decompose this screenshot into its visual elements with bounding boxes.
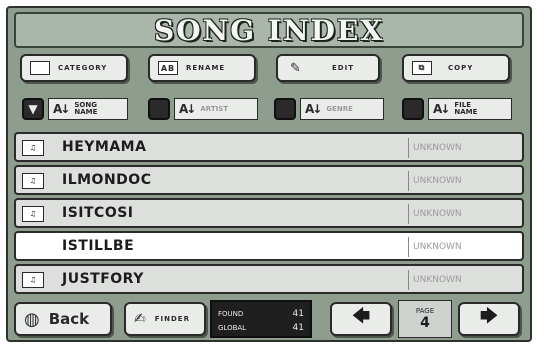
sort-label: GENRE bbox=[326, 105, 353, 113]
sort-icon: A↓ bbox=[305, 102, 322, 116]
song-artist: UNKNOWN bbox=[408, 171, 462, 191]
category-button[interactable]: CATEGORY bbox=[20, 54, 128, 82]
filter-checkbox-file-name[interactable] bbox=[402, 98, 424, 120]
sort-icon: A↓ bbox=[179, 102, 196, 116]
previous-page-button[interactable]: 🡄 bbox=[330, 302, 392, 336]
folder-icon bbox=[30, 61, 50, 75]
rename-icon: AB bbox=[158, 61, 178, 75]
song-name: ISITCOSI bbox=[62, 205, 134, 221]
globe-icon: ◍ bbox=[24, 308, 41, 330]
song-name: JUSTFORY bbox=[62, 271, 144, 287]
sort-file-name[interactable]: A↓ FILE NAME bbox=[428, 98, 512, 120]
page-title: SONG INDEX bbox=[14, 12, 524, 48]
pen-icon: ✎ bbox=[290, 60, 302, 76]
sort-label: ARTIST bbox=[200, 105, 229, 113]
song-artist: UNKNOWN bbox=[408, 270, 462, 290]
edit-button-label: EDIT bbox=[332, 64, 354, 72]
page-label: PAGE bbox=[415, 307, 435, 315]
copy-button[interactable]: ⧉ COPY bbox=[402, 54, 510, 82]
category-button-label: CATEGORY bbox=[58, 64, 108, 72]
found-label: FOUND bbox=[218, 310, 244, 318]
page-number: 4 bbox=[420, 315, 430, 331]
sort-song-name[interactable]: A↓ SONG NAME bbox=[48, 98, 128, 120]
list-item[interactable]: ♫ JUSTFORY UNKNOWN bbox=[14, 264, 524, 294]
song-file-icon: ♫ bbox=[22, 206, 44, 222]
back-button[interactable]: ◍ Back bbox=[14, 302, 112, 336]
next-page-button[interactable]: 🡆 bbox=[458, 302, 520, 336]
sort-icon: A↓ bbox=[433, 102, 450, 116]
song-name: ILMONDOC bbox=[62, 172, 152, 188]
copy-button-label: COPY bbox=[448, 64, 474, 72]
sort-label-line2: NAME bbox=[74, 108, 98, 116]
filter-checkbox-artist[interactable] bbox=[148, 98, 170, 120]
song-file-icon: ♫ bbox=[22, 140, 44, 156]
song-index-screen: SONG INDEX CATEGORY AB RENAME ✎ EDIT ⧉ C… bbox=[6, 6, 532, 342]
global-label: GLOBAL bbox=[218, 324, 247, 332]
song-file-icon: ♫ bbox=[22, 272, 44, 288]
sort-artist[interactable]: A↓ ARTIST bbox=[174, 98, 258, 120]
list-item[interactable]: ♫ HEYMAMA UNKNOWN bbox=[14, 132, 524, 162]
chevron-down-icon: ▼ bbox=[28, 102, 38, 116]
rename-button-label: RENAME bbox=[186, 64, 226, 72]
sort-icon: A↓ bbox=[53, 102, 70, 116]
finder-icon: ✍ bbox=[134, 311, 147, 327]
song-artist: UNKNOWN bbox=[408, 204, 462, 224]
found-value: 41 bbox=[292, 309, 304, 319]
list-item[interactable]: ♫ ILMONDOC UNKNOWN bbox=[14, 165, 524, 195]
list-item-selected[interactable]: ISTILLBE UNKNOWN bbox=[14, 231, 524, 261]
copy-icon: ⧉ bbox=[412, 61, 432, 75]
edit-button[interactable]: ✎ EDIT bbox=[276, 54, 380, 82]
found-counter: FOUND 41 GLOBAL 41 bbox=[210, 300, 312, 338]
filter-checkbox-song-name[interactable]: ▼ bbox=[22, 98, 44, 120]
back-button-label: Back bbox=[48, 310, 90, 328]
song-name: ISTILLBE bbox=[62, 238, 135, 254]
song-file-icon: ♫ bbox=[22, 173, 44, 189]
rename-button[interactable]: AB RENAME bbox=[148, 54, 256, 82]
page-indicator: PAGE 4 bbox=[398, 300, 452, 338]
song-artist: UNKNOWN bbox=[408, 237, 462, 257]
filter-checkbox-genre[interactable] bbox=[274, 98, 296, 120]
sort-label-line2: NAME bbox=[454, 108, 478, 116]
finder-button[interactable]: ✍ FINDER bbox=[124, 302, 206, 336]
arrow-left-icon: 🡄 bbox=[351, 306, 371, 327]
list-item[interactable]: ♫ ISITCOSI UNKNOWN bbox=[14, 198, 524, 228]
song-artist: UNKNOWN bbox=[408, 138, 462, 158]
global-value: 41 bbox=[292, 323, 304, 333]
song-name: HEYMAMA bbox=[62, 139, 147, 155]
arrow-right-icon: 🡆 bbox=[479, 306, 499, 327]
sort-genre[interactable]: A↓ GENRE bbox=[300, 98, 384, 120]
finder-button-label: FINDER bbox=[154, 315, 190, 323]
